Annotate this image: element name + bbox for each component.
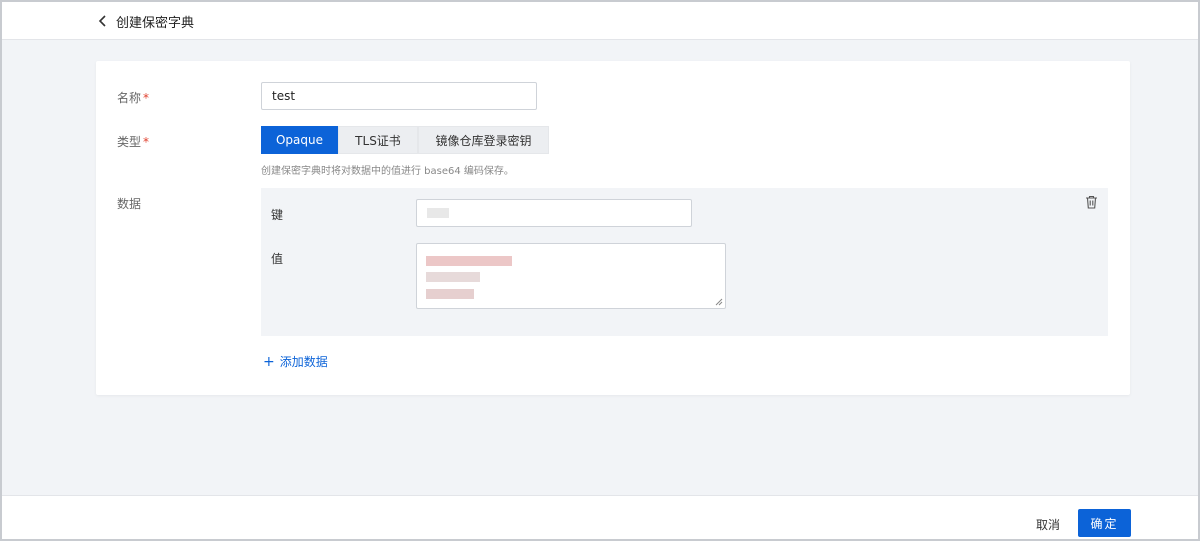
trash-icon[interactable] <box>1085 195 1098 209</box>
type-option-registry[interactable]: 镜像仓库登录密钥 <box>418 126 549 154</box>
type-selector: Opaque TLS证书 镜像仓库登录密钥 <box>261 126 549 154</box>
resize-handle-icon[interactable] <box>715 298 723 306</box>
chevron-left-icon <box>98 15 106 27</box>
type-hint: 创建保密字典时将对数据中的值进行 base64 编码保存。 <box>261 166 514 177</box>
form-card: 名称* 类型* Opaque TLS证书 镜像仓库登录密钥 创建保密字典时将对数… <box>96 61 1130 395</box>
required-mark: * <box>143 135 150 149</box>
data-label: 数据 <box>117 197 142 211</box>
type-option-opaque[interactable]: Opaque <box>261 126 338 154</box>
type-label: 类型 * <box>117 135 150 149</box>
redacted-text <box>427 208 449 218</box>
cancel-button[interactable]: 取消 <box>1027 510 1069 538</box>
page-title: 创建保密字典 <box>116 15 195 31</box>
value-textarea[interactable] <box>416 243 726 309</box>
add-data-label: 添加数据 <box>279 355 328 369</box>
key-input[interactable] <box>416 199 692 227</box>
confirm-button[interactable]: 确定 <box>1078 509 1131 537</box>
data-entry-panel: 键 值 <box>261 188 1108 336</box>
type-option-tls[interactable]: TLS证书 <box>338 126 418 154</box>
name-input[interactable] <box>261 82 537 110</box>
redacted-text <box>426 272 480 282</box>
footer-bar: 取消 确定 <box>2 495 1198 539</box>
key-label: 键 <box>271 208 284 222</box>
top-bar: 创建保密字典 <box>2 2 1198 40</box>
add-data-button[interactable]: + 添加数据 <box>263 353 328 370</box>
name-label: 名称 * <box>117 91 150 105</box>
redacted-text <box>426 289 474 299</box>
plus-icon: + <box>263 353 275 370</box>
value-label: 值 <box>271 252 284 266</box>
back-button[interactable]: 创建保密字典 <box>98 11 194 31</box>
required-mark: * <box>143 91 150 105</box>
redacted-text <box>426 256 512 266</box>
